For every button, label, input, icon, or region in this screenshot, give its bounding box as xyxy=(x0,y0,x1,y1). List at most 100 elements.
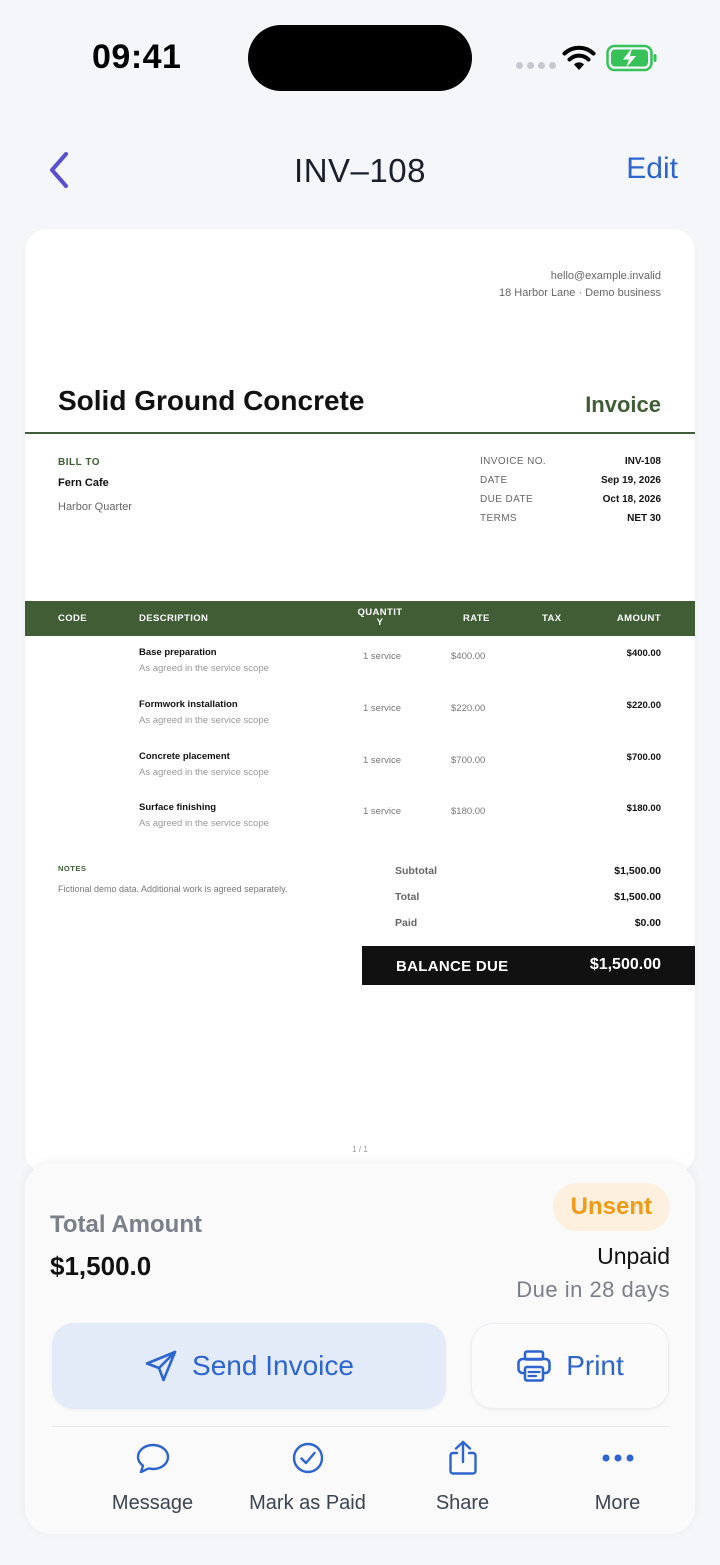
mark-as-paid-action[interactable]: Mark as Paid xyxy=(230,1438,385,1515)
balance-due-label: BALANCE DUE xyxy=(396,958,509,975)
printer-icon xyxy=(517,1350,552,1382)
total-amount-value: $1,500.0 xyxy=(50,1251,152,1281)
total-value: $1,500.00 xyxy=(614,865,661,877)
balance-due-value: $1,500.00 xyxy=(589,956,661,973)
more-icon xyxy=(602,1454,633,1462)
wifi-icon xyxy=(562,45,596,70)
meta-row-terms: TERMS NET 30 xyxy=(480,513,661,532)
actions-divider xyxy=(52,1426,669,1427)
item-rate: $180.00 xyxy=(451,806,486,817)
message-action-label: Message xyxy=(111,1492,194,1514)
meta-value: INV-108 xyxy=(624,456,661,467)
table-row: Base preparation As agreed in the servic… xyxy=(25,647,695,699)
meta-row-due-date: DUE DATE Oct 18, 2026 xyxy=(480,494,661,513)
meta-row-date: DATE Sep 19, 2026 xyxy=(480,475,661,494)
share-action[interactable]: Share xyxy=(385,1438,540,1515)
share-label: Share xyxy=(435,1492,490,1514)
business-address: 18 Harbor Lane · Demo business xyxy=(498,287,661,299)
total-value: $0.00 xyxy=(634,917,661,929)
item-quantity: 1 service xyxy=(363,703,402,714)
more-label: More xyxy=(594,1492,641,1514)
item-quantity: 1 service xyxy=(363,806,402,817)
notes-label: NOTES xyxy=(58,864,87,873)
meta-row-invoice-no: INVOICE NO. INV-108 xyxy=(480,456,661,475)
meta-value: Sep 19, 2026 xyxy=(600,475,661,486)
total-value: $1,500.00 xyxy=(614,891,661,903)
quick-actions: Message Mark as Paid Share More xyxy=(50,1438,670,1518)
status-bar: 09:41 xyxy=(0,0,720,115)
notes-text: Fictional demo data. Additional work is … xyxy=(58,884,288,894)
item-subtitle: As agreed in the service scope xyxy=(139,767,269,778)
bill-to-name: Fern Cafe xyxy=(58,477,109,489)
invoice-summary-sheet: Total Amount $1,500.0 Unsent Unpaid Due … xyxy=(25,1163,695,1534)
meta-value: NET 30 xyxy=(627,513,661,524)
balance-due-bar: BALANCE DUE $1,500.00 xyxy=(362,946,695,985)
paid-row: Paid $0.00 xyxy=(395,917,661,943)
print-label: Print xyxy=(566,1350,624,1381)
dynamic-island xyxy=(248,25,472,91)
page-number: 1 / 1 xyxy=(352,1145,368,1154)
message-action[interactable]: Message xyxy=(75,1438,230,1515)
meta-label: DATE xyxy=(480,475,508,486)
mark-as-paid-label: Mark as Paid xyxy=(249,1492,366,1514)
bill-to-label: BILL TO xyxy=(58,457,101,468)
header-code: CODE xyxy=(58,613,88,624)
share-icon xyxy=(448,1440,477,1475)
item-title: Base preparation xyxy=(139,647,217,658)
company-name: Solid Ground Concrete xyxy=(58,385,365,416)
header-quantity: QUANTIT Y xyxy=(355,608,405,628)
message-icon xyxy=(136,1443,169,1474)
meta-label: TERMS xyxy=(480,513,517,524)
navigation-bar: INV–108 Edit xyxy=(0,130,720,210)
header-divider xyxy=(25,432,695,434)
item-title: Concrete placement xyxy=(139,751,230,762)
item-subtitle: As agreed in the service scope xyxy=(139,818,269,829)
send-invoice-label: Send Invoice xyxy=(192,1350,354,1381)
item-subtitle: As agreed in the service scope xyxy=(139,715,269,726)
items-table-header: CODE DESCRIPTION QUANTIT Y RATE TAX AMOUN… xyxy=(25,601,695,636)
item-quantity: 1 service xyxy=(363,755,402,766)
item-amount: $400.00 xyxy=(626,648,661,659)
header-rate: RATE xyxy=(463,613,490,624)
item-amount: $180.00 xyxy=(626,803,661,814)
meta-label: INVOICE NO. xyxy=(480,456,547,467)
table-row: Surface finishing As agreed in the servi… xyxy=(25,802,695,854)
cellular-signal-icon xyxy=(516,62,556,69)
item-rate: $220.00 xyxy=(451,703,486,714)
header-tax: TAX xyxy=(542,613,562,624)
item-title: Formwork installation xyxy=(139,699,238,710)
business-email: hello@example.invalid xyxy=(550,270,661,282)
document-type: Invoice xyxy=(585,392,661,417)
table-row: Concrete placement As agreed in the serv… xyxy=(25,751,695,803)
bill-to-address: Harbor Quarter xyxy=(58,501,132,513)
edit-button[interactable]: Edit xyxy=(626,152,678,186)
status-badge: Unsent xyxy=(552,1183,670,1231)
item-quantity: 1 service xyxy=(363,651,402,662)
item-rate: $700.00 xyxy=(451,755,486,766)
header-quantity-line2: Y xyxy=(376,617,384,628)
print-button[interactable]: Print xyxy=(471,1323,669,1409)
status-time: 09:41 xyxy=(92,38,182,76)
item-amount: $700.00 xyxy=(626,752,661,763)
item-title: Surface finishing xyxy=(139,802,217,813)
send-invoice-button[interactable]: Send Invoice xyxy=(52,1323,446,1409)
invoice-meta: INVOICE NO. INV-108 DATE Sep 19, 2026 DUE … xyxy=(480,456,661,532)
more-action[interactable]: More xyxy=(540,1438,695,1515)
due-countdown: Due in 28 days xyxy=(516,1277,670,1302)
totals-block: Subtotal $1,500.00 Total $1,500.00 Paid $0.… xyxy=(395,865,661,943)
total-amount-label: Total Amount xyxy=(50,1211,202,1238)
battery-charging-icon xyxy=(606,44,657,72)
total-row: Total $1,500.00 xyxy=(395,891,661,917)
total-label: Total xyxy=(395,891,420,903)
invoice-document-preview[interactable]: hello@example.invalid 18 Harbor Lane · D… xyxy=(25,229,695,1174)
total-label: Subtotal xyxy=(395,865,437,877)
item-amount: $220.00 xyxy=(626,700,661,711)
total-label: Paid xyxy=(395,917,418,929)
subtotal-row: Subtotal $1,500.00 xyxy=(395,865,661,891)
check-circle-icon xyxy=(292,1442,323,1474)
payment-status: Unpaid xyxy=(597,1243,670,1269)
item-rate: $400.00 xyxy=(451,651,486,662)
header-description: DESCRIPTION xyxy=(139,613,209,624)
table-row: Formwork installation As agreed in the s… xyxy=(25,699,695,751)
page-title: INV–108 xyxy=(294,152,426,189)
